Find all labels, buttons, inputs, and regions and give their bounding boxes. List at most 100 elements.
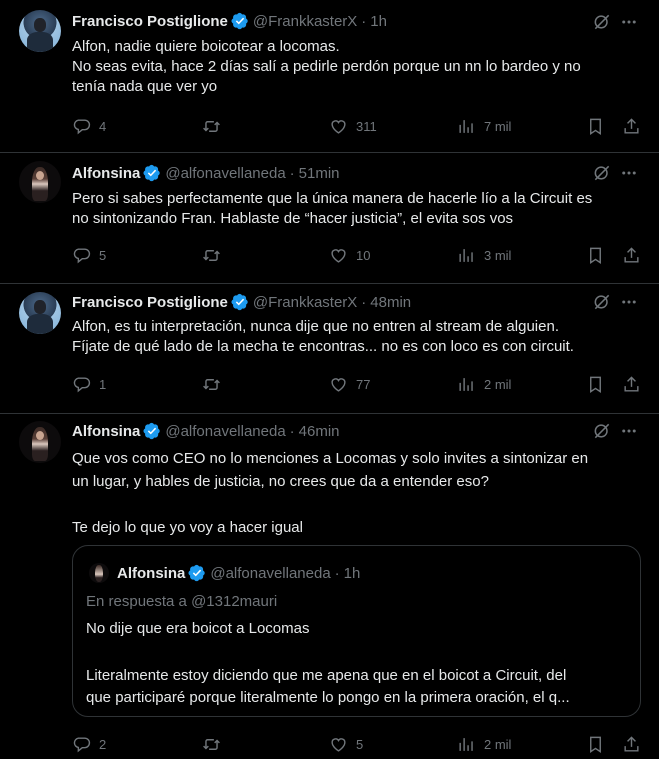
grok-icon[interactable] [592, 12, 612, 32]
retweet-button[interactable] [202, 116, 229, 136]
share-button[interactable] [622, 734, 641, 754]
verified-badge-icon [188, 564, 206, 582]
author-name[interactable]: Alfonsina [72, 165, 140, 182]
views-button[interactable]: 7 mil [457, 116, 511, 136]
views-button[interactable]: 3 mil [457, 245, 511, 265]
reply-mention[interactable]: @1312mauri [191, 593, 277, 610]
tweet[interactable]: Alfonsina @alfonavellaneda · 51min Pero … [0, 153, 659, 284]
share-button[interactable] [622, 245, 641, 265]
tweet-text-line: Pero si sabes perfectamente que la única… [72, 190, 593, 207]
timestamp[interactable]: 46min [299, 423, 340, 440]
separator: · [334, 564, 340, 582]
grok-icon[interactable] [592, 292, 612, 312]
quoted-text-body: Literalmente estoy diciendo que me apena… [86, 665, 570, 709]
like-button[interactable]: 5 [329, 734, 363, 754]
like-count: 5 [356, 736, 364, 752]
retweet-button[interactable] [202, 734, 229, 754]
author-handle[interactable]: @FrankkasterX [253, 294, 357, 311]
views-button[interactable]: 2 mil [457, 374, 511, 394]
timestamp[interactable]: 1h [370, 13, 387, 30]
avatar[interactable] [19, 292, 61, 334]
verified-badge-icon [143, 422, 161, 440]
like-count: 10 [356, 247, 371, 263]
tweet[interactable]: Francisco Postiglione @FrankkasterX · 48… [0, 284, 659, 414]
share-button[interactable] [622, 116, 641, 136]
tweet-actions: 1 77 2 mil [72, 374, 644, 394]
separator: · [289, 164, 295, 182]
reply-count: 1 [99, 376, 107, 392]
grok-icon[interactable] [592, 421, 612, 441]
avatar[interactable] [19, 421, 61, 463]
tweet-header: Alfonsina @alfonavellaneda · 46min [72, 421, 340, 441]
reply-icon [73, 118, 91, 134]
verified-badge-icon [143, 164, 161, 182]
views-icon [459, 377, 473, 391]
like-icon [331, 119, 346, 134]
quoted-tweet[interactable]: Alfonsina @alfonavellaneda · 1h En respu… [72, 545, 641, 717]
bookmark-button[interactable] [586, 116, 605, 136]
quoted-text: No dije que era boicot a Locomas [86, 620, 310, 637]
author-name[interactable]: Alfonsina [72, 423, 140, 440]
verified-badge-icon [231, 293, 248, 311]
reply-button[interactable]: 2 [72, 734, 106, 754]
views-count: 2 mil [484, 376, 512, 392]
like-icon [331, 737, 346, 752]
bookmark-button[interactable] [586, 245, 605, 265]
tweet-text-line: Alfon, nadie quiere boicotear a locomas. [72, 38, 340, 55]
reply-icon [73, 736, 91, 752]
tweet-header: Francisco Postiglione @FrankkasterX · 1h [72, 11, 387, 31]
reply-button[interactable]: 4 [72, 116, 106, 136]
like-button[interactable]: 77 [329, 374, 370, 394]
tweet-text-line: Fíjate de qué lado de la mecha te encont… [72, 338, 574, 355]
retweet-icon [203, 378, 220, 390]
views-icon [459, 248, 473, 262]
tweet-text-line: Te dejo lo que yo voy a hacer igual [72, 519, 303, 536]
views-count: 7 mil [484, 118, 512, 134]
quoted-text-line: que participaré porque literalmente lo p… [86, 689, 570, 706]
bookmark-icon [590, 736, 601, 753]
share-icon [624, 246, 639, 263]
author-handle[interactable]: @FrankkasterX [253, 13, 357, 30]
author-name[interactable]: Francisco Postiglione [72, 13, 228, 30]
retweet-button[interactable] [202, 245, 229, 265]
like-count: 311 [356, 118, 377, 134]
bookmark-button[interactable] [586, 734, 605, 754]
reply-icon [73, 376, 91, 392]
more-icon[interactable] [620, 13, 638, 31]
tweet[interactable]: Francisco Postiglione @FrankkasterX · 1h… [0, 0, 659, 153]
tweet-header: Francisco Postiglione @FrankkasterX · 48… [72, 292, 411, 312]
author-handle[interactable]: @alfonavellaneda [165, 423, 285, 440]
like-button[interactable]: 10 [329, 245, 370, 265]
more-icon[interactable] [620, 293, 638, 311]
like-button[interactable]: 311 [329, 116, 377, 136]
like-icon [331, 248, 346, 263]
tweet-text-line: Que vos como CEO no lo menciones a Locom… [72, 450, 589, 467]
timestamp[interactable]: 51min [299, 165, 340, 182]
tweet-text-line: Alfon, es tu interpretación, nunca dije … [72, 318, 559, 335]
retweet-button[interactable] [202, 374, 229, 394]
reply-button[interactable]: 1 [72, 374, 106, 394]
quoted-author-name: Alfonsina [117, 564, 186, 582]
views-count: 3 mil [484, 247, 512, 263]
author-handle[interactable]: @alfonavellaneda [165, 165, 285, 182]
tweet-text-line: No seas evita, hace 2 días salí a pedirl… [72, 58, 581, 75]
grok-icon[interactable] [592, 163, 612, 183]
tweet-actions: 2 5 2 mil [72, 734, 644, 754]
reply-icon [73, 247, 91, 263]
share-icon [624, 375, 639, 392]
author-name[interactable]: Francisco Postiglione [72, 294, 228, 311]
retweet-icon [203, 249, 220, 261]
share-button[interactable] [622, 374, 641, 394]
avatar[interactable] [19, 161, 61, 203]
more-icon[interactable] [620, 422, 638, 440]
views-button[interactable]: 2 mil [457, 734, 511, 754]
avatar[interactable] [19, 10, 61, 52]
reply-button[interactable]: 5 [72, 245, 106, 265]
timestamp[interactable]: 48min [370, 294, 411, 311]
bookmark-button[interactable] [586, 374, 605, 394]
quoted-timestamp: 1h [343, 564, 361, 582]
share-icon [624, 735, 639, 752]
like-count: 77 [356, 376, 371, 392]
more-icon[interactable] [620, 164, 638, 182]
like-icon [331, 377, 346, 392]
